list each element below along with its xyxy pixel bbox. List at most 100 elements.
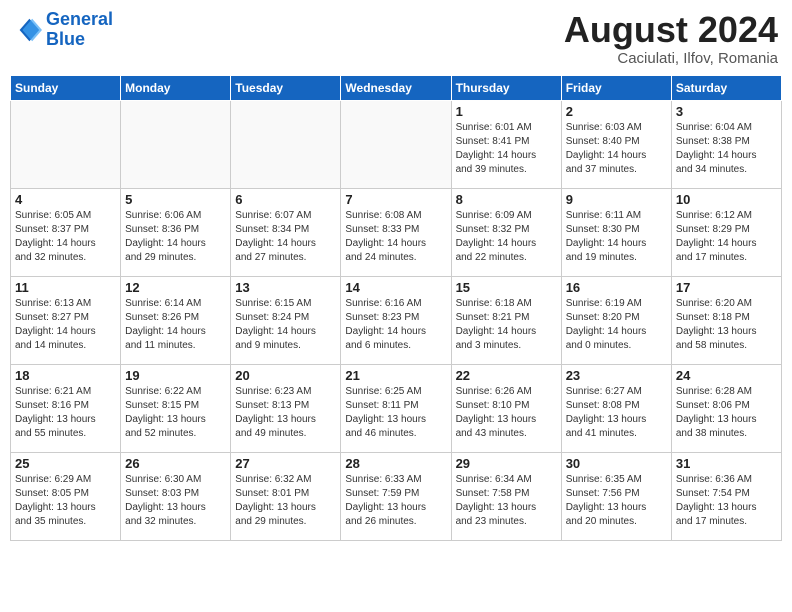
calendar-cell: 5 Sunrise: 6:06 AM Sunset: 8:36 PM Daylig…: [121, 188, 231, 276]
calendar-cell: 10Sunrise: 6:12 AM Sunset: 8:29 PM Dayli…: [671, 188, 781, 276]
calendar-cell: 31 Sunrise: 6:36 AM Sunset: 7:54 PM Dayli…: [671, 452, 781, 540]
calendar-cell: 19 Sunrise: 6:22 AM Sunset: 8:15 PM Dayli…: [121, 364, 231, 452]
day-info: Sunrise: 6:07 AM Sunset: 8:34 PM Dayligh…: [235, 209, 336, 265]
calendar-cell: [231, 100, 341, 188]
day-info: Sunrise: 6:15 AM Sunset: 8:24 PM Dayligh…: [235, 297, 336, 353]
day-number: 5: [125, 192, 226, 207]
day-number: 18: [15, 368, 116, 383]
weekday-header: Sunday: [11, 75, 121, 100]
day-number: 30: [566, 456, 667, 471]
day-info: Sunrise: 6:23 AM Sunset: 8:13 PM Dayligh…: [235, 385, 336, 441]
day-number: 29: [456, 456, 557, 471]
calendar-cell: 23 Sunrise: 6:27 AM Sunset: 8:08 PM Dayli…: [561, 364, 671, 452]
day-info: Sunrise: 6:26 AM Sunset: 8:10 PM Dayligh…: [456, 385, 557, 441]
day-number: 27: [235, 456, 336, 471]
day-info: Sunrise: 6:25 AM Sunset: 8:11 PM Dayligh…: [345, 385, 446, 441]
day-info: Sunrise: 6:01 AM Sunset: 8:41 PM Dayligh…: [456, 121, 557, 177]
week-row: 1 Sunrise: 6:01 AM Sunset: 8:41 PM Daylig…: [11, 100, 782, 188]
day-number: 28: [345, 456, 446, 471]
weekday-header: Monday: [121, 75, 231, 100]
day-number: 1: [456, 104, 557, 119]
weekday-header: Wednesday: [341, 75, 451, 100]
day-number: 17: [676, 280, 777, 295]
calendar-cell: [341, 100, 451, 188]
weekday-header-row: SundayMondayTuesdayWednesdayThursdayFrid…: [11, 75, 782, 100]
calendar-cell: 22 Sunrise: 6:26 AM Sunset: 8:10 PM Dayli…: [451, 364, 561, 452]
day-number: 24: [676, 368, 777, 383]
logo-text: General Blue: [46, 10, 113, 50]
day-info: Sunrise: 6:16 AM Sunset: 8:23 PM Dayligh…: [345, 297, 446, 353]
day-info: Sunrise: 6:05 AM Sunset: 8:37 PM Dayligh…: [15, 209, 116, 265]
day-number: 9: [566, 192, 667, 207]
day-info: Sunrise: 6:29 AM Sunset: 8:05 PM Dayligh…: [15, 473, 116, 529]
logo: General Blue: [14, 10, 113, 50]
day-info: Sunrise: 6:08 AM Sunset: 8:33 PM Dayligh…: [345, 209, 446, 265]
calendar-cell: 26 Sunrise: 6:30 AM Sunset: 8:03 PM Dayli…: [121, 452, 231, 540]
calendar-cell: 14 Sunrise: 6:16 AM Sunset: 8:23 PM Dayli…: [341, 276, 451, 364]
calendar-cell: 25 Sunrise: 6:29 AM Sunset: 8:05 PM Dayli…: [11, 452, 121, 540]
logo-line2: Blue: [46, 29, 85, 49]
calendar-cell: 3Sunrise: 6:04 AM Sunset: 8:38 PM Daylig…: [671, 100, 781, 188]
calendar-cell: 13 Sunrise: 6:15 AM Sunset: 8:24 PM Dayli…: [231, 276, 341, 364]
day-info: Sunrise: 6:22 AM Sunset: 8:15 PM Dayligh…: [125, 385, 226, 441]
calendar-cell: 18 Sunrise: 6:21 AM Sunset: 8:16 PM Dayli…: [11, 364, 121, 452]
calendar-cell: 11 Sunrise: 6:13 AM Sunset: 8:27 PM Dayli…: [11, 276, 121, 364]
day-number: 11: [15, 280, 116, 295]
day-info: Sunrise: 6:21 AM Sunset: 8:16 PM Dayligh…: [15, 385, 116, 441]
title-area: August 2024 Caciulati, Ilfov, Romania: [564, 10, 778, 67]
day-info: Sunrise: 6:04 AM Sunset: 8:38 PM Dayligh…: [676, 121, 777, 177]
calendar-cell: [11, 100, 121, 188]
calendar-subtitle: Caciulati, Ilfov, Romania: [564, 50, 778, 67]
day-info: Sunrise: 6:28 AM Sunset: 8:06 PM Dayligh…: [676, 385, 777, 441]
day-number: 26: [125, 456, 226, 471]
day-info: Sunrise: 6:13 AM Sunset: 8:27 PM Dayligh…: [15, 297, 116, 353]
weekday-header: Thursday: [451, 75, 561, 100]
calendar-cell: 7 Sunrise: 6:08 AM Sunset: 8:33 PM Daylig…: [341, 188, 451, 276]
day-info: Sunrise: 6:18 AM Sunset: 8:21 PM Dayligh…: [456, 297, 557, 353]
day-info: Sunrise: 6:11 AM Sunset: 8:30 PM Dayligh…: [566, 209, 667, 265]
calendar-cell: 30Sunrise: 6:35 AM Sunset: 7:56 PM Dayli…: [561, 452, 671, 540]
calendar-title: August 2024: [564, 10, 778, 50]
day-info: Sunrise: 6:19 AM Sunset: 8:20 PM Dayligh…: [566, 297, 667, 353]
day-number: 14: [345, 280, 446, 295]
calendar-cell: 20Sunrise: 6:23 AM Sunset: 8:13 PM Dayli…: [231, 364, 341, 452]
day-info: Sunrise: 6:09 AM Sunset: 8:32 PM Dayligh…: [456, 209, 557, 265]
day-info: Sunrise: 6:14 AM Sunset: 8:26 PM Dayligh…: [125, 297, 226, 353]
week-row: 18 Sunrise: 6:21 AM Sunset: 8:16 PM Dayli…: [11, 364, 782, 452]
day-number: 6: [235, 192, 336, 207]
day-number: 15: [456, 280, 557, 295]
calendar-cell: 24 Sunrise: 6:28 AM Sunset: 8:06 PM Dayli…: [671, 364, 781, 452]
calendar-cell: 15 Sunrise: 6:18 AM Sunset: 8:21 PM Dayli…: [451, 276, 561, 364]
day-info: Sunrise: 6:33 AM Sunset: 7:59 PM Dayligh…: [345, 473, 446, 529]
day-info: Sunrise: 6:27 AM Sunset: 8:08 PM Dayligh…: [566, 385, 667, 441]
day-number: 31: [676, 456, 777, 471]
day-number: 7: [345, 192, 446, 207]
day-info: Sunrise: 6:30 AM Sunset: 8:03 PM Dayligh…: [125, 473, 226, 529]
day-number: 4: [15, 192, 116, 207]
day-number: 13: [235, 280, 336, 295]
day-number: 10: [676, 192, 777, 207]
day-number: 8: [456, 192, 557, 207]
day-info: Sunrise: 6:06 AM Sunset: 8:36 PM Dayligh…: [125, 209, 226, 265]
weekday-header: Friday: [561, 75, 671, 100]
weekday-header: Saturday: [671, 75, 781, 100]
week-row: 4 Sunrise: 6:05 AM Sunset: 8:37 PM Daylig…: [11, 188, 782, 276]
calendar-cell: 28 Sunrise: 6:33 AM Sunset: 7:59 PM Dayli…: [341, 452, 451, 540]
day-number: 19: [125, 368, 226, 383]
day-number: 21: [345, 368, 446, 383]
calendar-cell: 16Sunrise: 6:19 AM Sunset: 8:20 PM Dayli…: [561, 276, 671, 364]
day-number: 23: [566, 368, 667, 383]
weekday-header: Tuesday: [231, 75, 341, 100]
calendar-cell: [121, 100, 231, 188]
calendar-cell: 29Sunrise: 6:34 AM Sunset: 7:58 PM Dayli…: [451, 452, 561, 540]
day-number: 2: [566, 104, 667, 119]
calendar-cell: 1 Sunrise: 6:01 AM Sunset: 8:41 PM Daylig…: [451, 100, 561, 188]
calendar-cell: 17 Sunrise: 6:20 AM Sunset: 8:18 PM Dayli…: [671, 276, 781, 364]
calendar-cell: 2Sunrise: 6:03 AM Sunset: 8:40 PM Daylig…: [561, 100, 671, 188]
day-info: Sunrise: 6:20 AM Sunset: 8:18 PM Dayligh…: [676, 297, 777, 353]
day-number: 22: [456, 368, 557, 383]
logo-line1: General: [46, 9, 113, 29]
calendar-cell: 27Sunrise: 6:32 AM Sunset: 8:01 PM Dayli…: [231, 452, 341, 540]
day-number: 25: [15, 456, 116, 471]
day-info: Sunrise: 6:36 AM Sunset: 7:54 PM Dayligh…: [676, 473, 777, 529]
